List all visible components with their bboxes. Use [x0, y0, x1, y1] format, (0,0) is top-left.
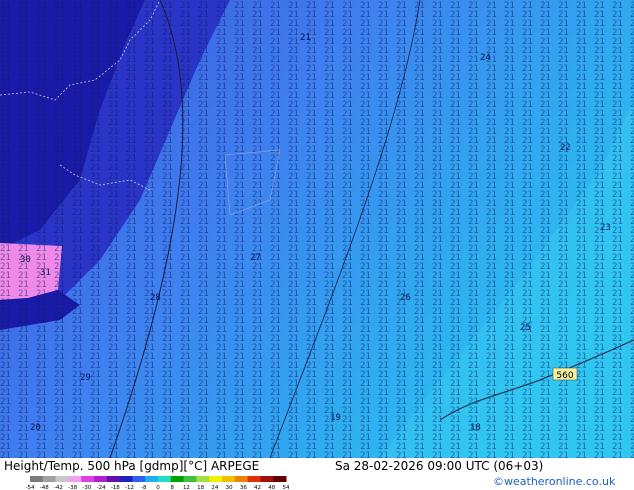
scale-swatch [145, 476, 159, 482]
field-value: 19 [330, 413, 341, 423]
scale-swatch [106, 476, 121, 482]
scale-swatch [260, 476, 274, 482]
scale-swatch [119, 476, 133, 482]
scale-swatch [183, 476, 197, 482]
forecast-time: Sa 28-02-2026 09:00 UTC (06+03) [335, 459, 544, 473]
field-value: 26 [400, 293, 411, 303]
scale-swatch [81, 476, 95, 482]
scale-tick-label: 36 [240, 485, 247, 490]
field-value: 24 [480, 53, 491, 63]
scale-tick-label: 0 [156, 485, 160, 490]
scale-swatch [55, 476, 69, 482]
scale-tick-label: 12 [183, 485, 190, 490]
contour-label: 560 [556, 371, 573, 381]
footer: Height/Temp. 500 hPa [gdmp][°C] ARPEGE S… [0, 458, 634, 490]
field-value: 21 [300, 33, 311, 43]
scale-swatch [196, 476, 210, 482]
scale-tick-label: -12 [125, 485, 134, 490]
scale-swatch [94, 476, 108, 482]
scale-swatch [30, 476, 44, 482]
scale-tick-label: 24 [211, 485, 218, 490]
scale-tick-label: -42 [54, 485, 63, 490]
scale-swatch [209, 476, 223, 482]
map-title: Height/Temp. 500 hPa [gdmp][°C] ARPEGE [4, 459, 260, 473]
field-value: 25 [520, 323, 531, 333]
weather-map: 21 560 2124222325262728292019183031 [0, 0, 634, 459]
scale-swatch [222, 476, 236, 482]
scale-tick-label: 30 [226, 485, 233, 490]
scale-swatch [273, 476, 287, 482]
scale-swatches [30, 476, 287, 482]
field-value: 23 [600, 223, 611, 233]
scale-tick-label: -30 [82, 485, 91, 490]
map-canvas: 21 560 2124222325262728292019183031 [0, 0, 634, 459]
scale-swatch [132, 476, 146, 482]
scale-tick-label: -18 [111, 485, 120, 490]
scale-tick-label: 54 [283, 485, 290, 490]
scale-tick-label: -24 [97, 485, 106, 490]
scale-swatch [42, 476, 57, 482]
field-value: 20 [30, 423, 41, 433]
scale-ticks: -54 -48 -42 -38 -30 -24 -18 -12 -8 0 8 12 18 24 30 36 42… [26, 485, 290, 490]
color-scale: -54 -48 -42 -38 -30 -24 -18 -12 -8 0 8 12 18 24 30 36 42… [26, 476, 290, 490]
scale-tick-label: 48 [268, 485, 275, 490]
scale-tick-label: -38 [68, 485, 77, 490]
credit-link[interactable]: ©weatheronline.co.uk [493, 475, 615, 488]
scale-tick-label: -8 [141, 485, 147, 490]
field-value: 29 [80, 373, 91, 383]
contour-number-texture [0, 0, 634, 458]
scale-tick-label: 18 [197, 485, 204, 490]
field-value: 28 [150, 293, 161, 303]
scale-swatch [234, 476, 249, 482]
scale-swatch [158, 476, 172, 482]
scale-tick-label: 8 [170, 485, 174, 490]
scale-tick-label: 42 [254, 485, 261, 490]
field-value: 27 [250, 253, 261, 263]
field-value: 22 [560, 143, 571, 153]
scale-swatch [68, 476, 82, 482]
field-value: 31 [40, 268, 51, 278]
scale-tick-label: -48 [40, 485, 49, 490]
field-value: 18 [470, 423, 481, 433]
scale-swatch [170, 476, 185, 482]
scale-tick-label: -54 [26, 485, 35, 490]
field-value: 30 [20, 255, 31, 265]
scale-swatch [247, 476, 261, 482]
